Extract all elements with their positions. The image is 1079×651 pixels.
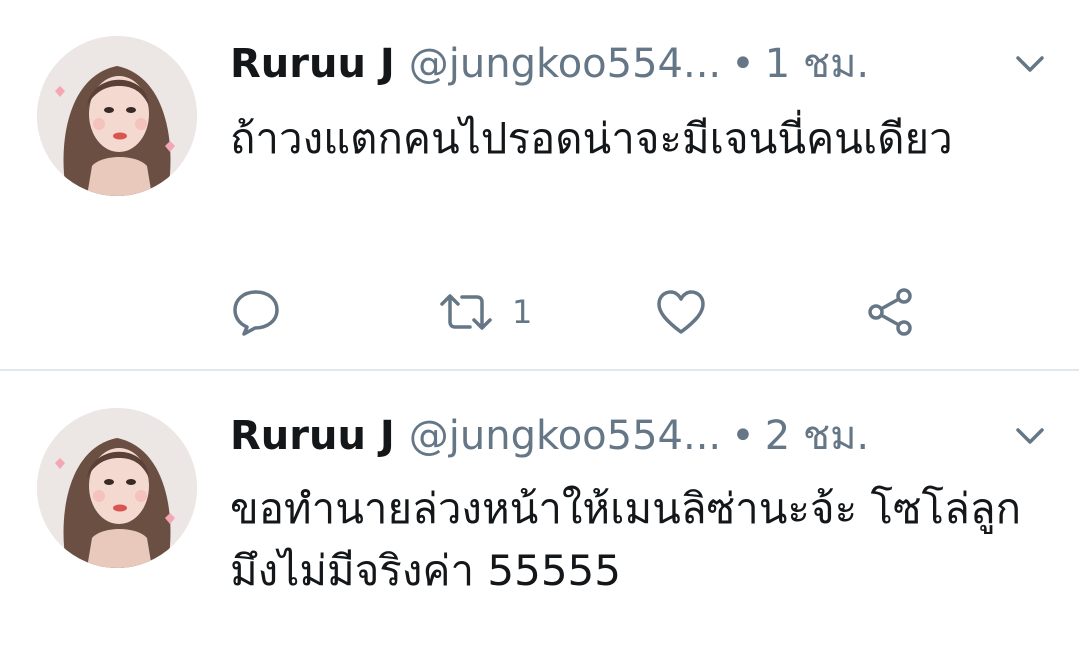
reply-button[interactable]: [230, 282, 282, 342]
retweet-count: 1: [512, 293, 533, 331]
tweet-actions: 1: [230, 282, 1030, 342]
separator-dot: •: [731, 413, 755, 459]
tweet-card[interactable]: Ruruu J @jungkoo554... • 1 ชม. ถ้าวงแตกคนไป…: [0, 0, 1079, 370]
share-icon: [868, 288, 912, 336]
timestamp[interactable]: 2 ชม.: [765, 413, 869, 459]
retweet-button[interactable]: 1: [438, 282, 532, 342]
timestamp[interactable]: 1 ชม.: [765, 41, 869, 87]
chevron-down-icon[interactable]: [1012, 50, 1048, 78]
avatar-photo: [37, 36, 197, 196]
avatar[interactable]: [37, 36, 197, 196]
reply-icon: [233, 290, 279, 336]
avatar-photo: [37, 408, 197, 568]
tweet-header: Ruruu J @jungkoo554... • 1 ชม.: [230, 38, 1050, 90]
like-button[interactable]: [655, 282, 707, 342]
tweet-divider: [0, 369, 1079, 371]
user-handle[interactable]: @jungkoo554...: [409, 41, 721, 87]
retweet-icon: [440, 294, 492, 330]
user-handle[interactable]: @jungkoo554...: [409, 413, 721, 459]
avatar[interactable]: [37, 408, 197, 568]
display-name[interactable]: Ruruu J: [230, 41, 395, 87]
tweet-text: ถ้าวงแตกคนไปรอดน่าจะมีเจนนี่คนเดียว: [230, 114, 953, 163]
share-button[interactable]: [864, 282, 916, 342]
separator-dot: •: [731, 41, 755, 87]
display-name[interactable]: Ruruu J: [230, 413, 395, 459]
chevron-down-icon[interactable]: [1012, 422, 1048, 450]
like-icon: [657, 290, 705, 334]
tweet-header: Ruruu J @jungkoo554... • 2 ชม.: [230, 410, 1050, 462]
tweet-card[interactable]: Ruruu J @jungkoo554... • 2 ชม. ขอทำนายล่วงห…: [0, 372, 1079, 651]
tweet-text: ขอทำนายล่วงหน้าให้เมนลิซ่านะจ้ะ โซโล่ลูก…: [230, 484, 1022, 595]
